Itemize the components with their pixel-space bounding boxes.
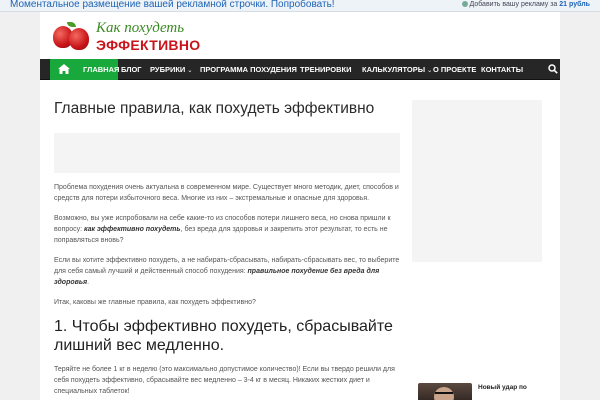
- nav-item-blog[interactable]: Блог: [121, 59, 142, 80]
- section-heading: 1. Чтобы эффективно похудеть, сбрасывайт…: [54, 318, 393, 354]
- chevron-down-icon: ⌄: [427, 68, 433, 74]
- leaf-icon: [67, 22, 76, 27]
- article: Главные правила, как похудеть эффективно…: [54, 100, 400, 397]
- article-paragraph: Если вы хотите эффективно похудеть, а не…: [54, 255, 400, 288]
- site-logo[interactable]: Как похудеть ЭФФЕКТИВНО: [53, 20, 213, 54]
- nav-home-button[interactable]: [50, 59, 78, 80]
- ad-block: [54, 133, 400, 173]
- glasses-shape: [435, 392, 453, 395]
- nav-item-contacts[interactable]: Контакты: [481, 59, 523, 80]
- home-icon: [58, 64, 70, 74]
- sidebar-ad: [412, 100, 542, 262]
- pin-icon: [461, 1, 468, 7]
- ad-add-prefix: Добавить вашу рекламу за: [469, 1, 558, 8]
- logo-line1: Как похудеть: [96, 20, 185, 36]
- ad-bar-link[interactable]: Моментальное размещение вашей рекламной …: [10, 0, 335, 10]
- article-paragraph: Возможно, вы уже испробовали на себе как…: [54, 213, 400, 246]
- paragraph-text: .: [87, 279, 90, 286]
- apple-icon: [69, 28, 89, 50]
- nav-item-categories-label: Рубрики: [150, 65, 186, 74]
- main-nav: Главная Блог Рубрики ⌄ Программа похудени…: [40, 59, 560, 80]
- nav-item-about[interactable]: О проекте: [433, 59, 476, 80]
- search-icon[interactable]: [548, 64, 558, 74]
- nav-item-categories[interactable]: Рубрики ⌄: [150, 59, 192, 80]
- article-paragraph: Итак, каковы же главные правила, как пох…: [54, 299, 256, 306]
- sidebar-post-thumbnail[interactable]: [418, 383, 472, 400]
- article-paragraph: Теряйте не более 1 кг в неделю (это макс…: [54, 366, 395, 395]
- ad-bar: Моментальное размещение вашей рекламной …: [0, 0, 600, 12]
- sidebar-post-title[interactable]: Новый удар по: [478, 383, 542, 392]
- nav-item-calculators[interactable]: Калькуляторы ⌄: [362, 59, 432, 80]
- nav-item-calculators-label: Калькуляторы: [362, 65, 426, 74]
- emphasis-text: как эффективно похудеть: [84, 226, 181, 233]
- ad-add-price: 21 рубль: [559, 1, 590, 8]
- site-header: Как похудеть ЭФФЕКТИВНО: [40, 12, 560, 59]
- nav-item-program[interactable]: Программа похудения: [200, 59, 297, 80]
- chevron-down-icon: ⌄: [187, 68, 193, 74]
- sidebar: Новый удар по: [412, 100, 542, 400]
- logo-line2: ЭФФЕКТИВНО: [96, 37, 201, 53]
- ad-add-link[interactable]: Добавить вашу рекламу за 21 рубль: [461, 1, 590, 8]
- article-title: Главные правила, как похудеть эффективно: [54, 100, 375, 117]
- main-content: Главные правила, как похудеть эффективно…: [40, 80, 560, 400]
- nav-item-workouts[interactable]: Тренировки: [300, 59, 352, 80]
- nav-item-home[interactable]: Главная: [83, 59, 119, 80]
- article-paragraph: Проблема похудения очень актуальна в сов…: [54, 184, 399, 202]
